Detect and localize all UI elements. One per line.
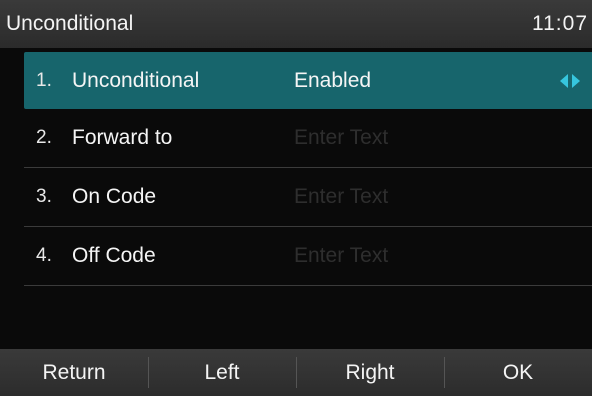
phone-screen: Unconditional 11:07 1. Unconditional Ena… bbox=[0, 0, 592, 396]
item-label: Forward to bbox=[72, 126, 173, 149]
clock: 11:07 bbox=[532, 12, 588, 35]
return-button[interactable]: Return bbox=[0, 349, 148, 396]
forward-to-input[interactable]: Enter Text bbox=[294, 126, 592, 150]
item-number: 4. bbox=[36, 245, 52, 266]
item-number: 3. bbox=[36, 186, 52, 207]
right-button[interactable]: Right bbox=[296, 349, 444, 396]
title-bar: Unconditional 11:07 bbox=[0, 0, 592, 48]
item-number: 1. bbox=[36, 69, 52, 91]
item-number: 2. bbox=[36, 127, 52, 148]
list-item-off-code[interactable]: 4. Off Code Enter Text bbox=[24, 227, 592, 286]
list-item-forward-to[interactable]: 2. Forward to Enter Text bbox=[24, 109, 592, 168]
page-title: Unconditional bbox=[6, 12, 134, 35]
arrow-right-icon[interactable] bbox=[572, 73, 580, 88]
list-item-unconditional[interactable]: 1. Unconditional Enabled bbox=[24, 52, 592, 109]
left-button[interactable]: Left bbox=[148, 349, 296, 396]
list-item-on-code[interactable]: 3. On Code Enter Text bbox=[24, 168, 592, 227]
item-label: Off Code bbox=[72, 244, 156, 267]
arrow-left-icon[interactable] bbox=[560, 73, 568, 88]
on-code-input[interactable]: Enter Text bbox=[294, 185, 592, 209]
softkey-bar: Return Left Right OK bbox=[0, 349, 592, 396]
ok-button[interactable]: OK bbox=[444, 349, 592, 396]
option-arrows[interactable] bbox=[560, 73, 580, 88]
settings-list: 1. Unconditional Enabled 2. Forward to E… bbox=[0, 48, 592, 286]
item-label: On Code bbox=[72, 185, 157, 208]
item-label: Unconditional bbox=[72, 68, 200, 92]
off-code-input[interactable]: Enter Text bbox=[294, 244, 592, 268]
unconditional-select[interactable]: Enabled bbox=[294, 69, 592, 93]
